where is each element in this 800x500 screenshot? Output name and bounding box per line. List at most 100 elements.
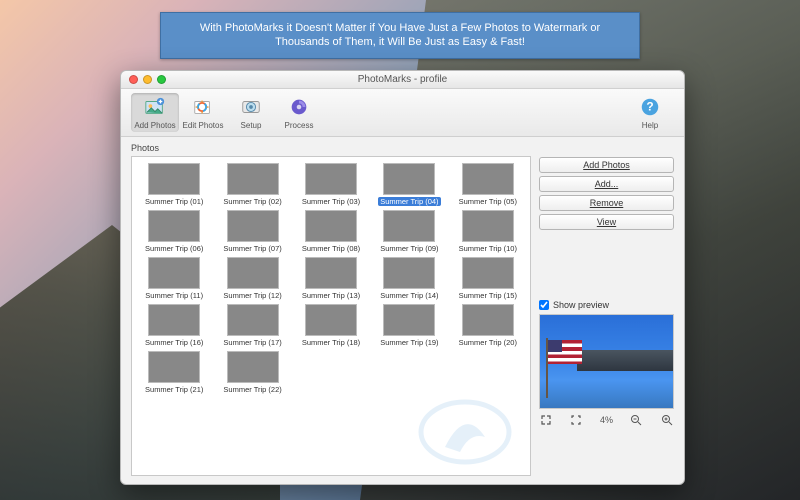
thumb-image xyxy=(305,304,357,336)
thumb-image xyxy=(383,257,435,289)
thumb-image xyxy=(227,351,279,383)
thumb-caption: Summer Trip (02) xyxy=(223,197,281,206)
photo-thumb[interactable]: Summer Trip (20) xyxy=(452,304,524,347)
toolbar-process[interactable]: Process xyxy=(275,93,323,132)
thumb-caption: Summer Trip (03) xyxy=(302,197,360,206)
thumb-caption: Summer Trip (12) xyxy=(223,291,281,300)
photo-thumb[interactable]: Summer Trip (11) xyxy=(138,257,210,300)
zoom-fit-icon[interactable] xyxy=(539,413,553,427)
setup-icon xyxy=(239,95,263,119)
thumb-caption: Summer Trip (21) xyxy=(145,385,203,394)
show-preview-label: Show preview xyxy=(553,300,609,310)
right-panel: Add Photos Add... Remove View Show previ… xyxy=(539,143,674,476)
thumb-caption: Summer Trip (07) xyxy=(223,244,281,253)
photo-thumb[interactable]: Summer Trip (22) xyxy=(216,351,288,394)
thumb-image xyxy=(383,210,435,242)
edit-photos-icon xyxy=(191,95,215,119)
thumb-caption: Summer Trip (16) xyxy=(145,338,203,347)
thumb-caption: Summer Trip (08) xyxy=(302,244,360,253)
photo-thumb[interactable]: Summer Trip (02) xyxy=(216,163,288,206)
thumb-caption: Summer Trip (01) xyxy=(145,197,203,206)
toolbar-help[interactable]: ? Help xyxy=(626,93,674,132)
photo-thumb[interactable]: Summer Trip (10) xyxy=(452,210,524,253)
thumb-image xyxy=(305,163,357,195)
photo-thumb[interactable]: Summer Trip (08) xyxy=(295,210,367,253)
photo-thumb[interactable]: Summer Trip (18) xyxy=(295,304,367,347)
thumb-image xyxy=(383,163,435,195)
thumb-image xyxy=(305,257,357,289)
thumb-image xyxy=(148,351,200,383)
photo-thumb[interactable]: Summer Trip (07) xyxy=(216,210,288,253)
add-photos-button[interactable]: Add Photos xyxy=(539,157,674,173)
thumb-image xyxy=(148,304,200,336)
toolbar: Add Photos Edit Photos Setup Process xyxy=(121,89,684,137)
toolbar-label: Add Photos xyxy=(134,121,175,130)
photo-thumb[interactable]: Summer Trip (17) xyxy=(216,304,288,347)
zoom-out-icon[interactable] xyxy=(629,413,643,427)
thumb-image xyxy=(227,163,279,195)
photo-thumb[interactable]: Summer Trip (16) xyxy=(138,304,210,347)
thumb-image xyxy=(462,304,514,336)
thumb-image xyxy=(227,257,279,289)
photos-section-label: Photos xyxy=(131,143,531,153)
show-preview-input[interactable] xyxy=(539,300,549,310)
toolbar-setup[interactable]: Setup xyxy=(227,93,275,132)
thumb-image xyxy=(305,210,357,242)
toolbar-edit-photos[interactable]: Edit Photos xyxy=(179,93,227,132)
photo-thumb[interactable]: Summer Trip (09) xyxy=(373,210,445,253)
show-preview-checkbox[interactable]: Show preview xyxy=(539,300,674,310)
add-more-button[interactable]: Add... xyxy=(539,176,674,192)
thumb-caption: Summer Trip (10) xyxy=(459,244,517,253)
thumb-image xyxy=(148,210,200,242)
thumb-caption: Summer Trip (06) xyxy=(145,244,203,253)
zoom-actual-icon[interactable] xyxy=(569,413,583,427)
photo-thumb[interactable]: Summer Trip (15) xyxy=(452,257,524,300)
toolbar-label: Help xyxy=(642,121,658,130)
thumb-caption: Summer Trip (13) xyxy=(302,291,360,300)
photo-grid[interactable]: Summer Trip (01) Summer Trip (02) Summer T… xyxy=(131,156,531,476)
zoom-level: 4% xyxy=(600,415,613,425)
thumb-caption: Summer Trip (09) xyxy=(380,244,438,253)
photo-thumb[interactable]: Summer Trip (05) xyxy=(452,163,524,206)
promo-banner: With PhotoMarks it Doesn't Matter if You… xyxy=(160,12,640,59)
toolbar-label: Edit Photos xyxy=(183,121,224,130)
help-icon: ? xyxy=(638,95,662,119)
photo-thumb[interactable]: Summer Trip (13) xyxy=(295,257,367,300)
thumb-caption: Summer Trip (11) xyxy=(145,291,203,300)
view-button[interactable]: View xyxy=(539,214,674,230)
thumb-caption: Summer Trip (14) xyxy=(380,291,438,300)
photo-thumb[interactable]: Summer Trip (21) xyxy=(138,351,210,394)
photo-thumb[interactable]: Summer Trip (14) xyxy=(373,257,445,300)
toolbar-add-photos[interactable]: Add Photos xyxy=(131,93,179,132)
thumb-image xyxy=(148,163,200,195)
photo-thumb[interactable]: Summer Trip (12) xyxy=(216,257,288,300)
app-window: PhotoMarks - profile Add Photos Edit Pho… xyxy=(120,70,685,485)
thumb-caption: Summer Trip (22) xyxy=(223,385,281,394)
thumb-caption: Summer Trip (18) xyxy=(302,338,360,347)
thumb-image xyxy=(383,304,435,336)
watermark-logo xyxy=(410,397,520,467)
toolbar-label: Setup xyxy=(241,121,262,130)
photo-thumb[interactable]: Summer Trip (04) xyxy=(373,163,445,206)
process-icon xyxy=(287,95,311,119)
flag-icon xyxy=(546,338,588,398)
photo-thumb[interactable]: Summer Trip (19) xyxy=(373,304,445,347)
remove-button[interactable]: Remove xyxy=(539,195,674,211)
zoom-in-icon[interactable] xyxy=(660,413,674,427)
thumb-image xyxy=(462,210,514,242)
thumb-image xyxy=(227,304,279,336)
thumb-caption: Summer Trip (17) xyxy=(223,338,281,347)
add-photos-icon xyxy=(143,95,167,119)
photo-thumb[interactable]: Summer Trip (01) xyxy=(138,163,210,206)
thumb-caption: Summer Trip (20) xyxy=(459,338,517,347)
window-title: PhotoMarks - profile xyxy=(121,74,684,85)
thumb-caption: Summer Trip (19) xyxy=(380,338,438,347)
photo-thumb[interactable]: Summer Trip (06) xyxy=(138,210,210,253)
thumb-image xyxy=(148,257,200,289)
thumb-caption: Summer Trip (04) xyxy=(378,197,440,206)
thumb-caption: Summer Trip (15) xyxy=(459,291,517,300)
photo-thumb[interactable]: Summer Trip (03) xyxy=(295,163,367,206)
thumb-image xyxy=(227,210,279,242)
svg-text:?: ? xyxy=(646,100,653,114)
titlebar[interactable]: PhotoMarks - profile xyxy=(121,71,684,89)
